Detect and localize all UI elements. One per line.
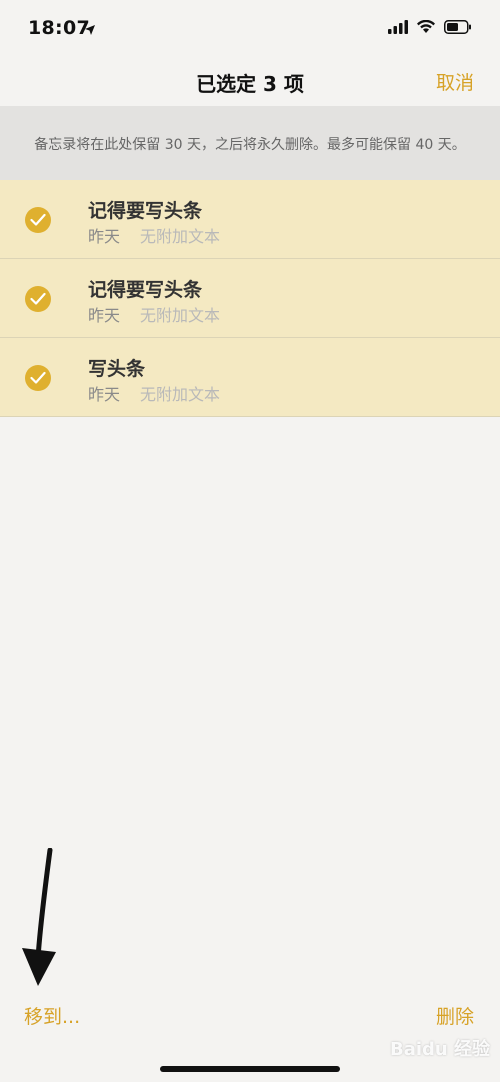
checkmark-icon[interactable] <box>25 286 51 312</box>
navigation-bar: 已选定 3 项 取消 <box>0 56 500 106</box>
status-time: 18:07 <box>28 17 90 39</box>
note-list: 记得要写头条 昨天 无附加文本 记得要写头条 昨天 无附加文本 写头条 昨天 无… <box>0 180 500 417</box>
note-preview: 无附加文本 <box>140 227 221 246</box>
info-banner: 备忘录将在此处保留 30 天，之后将永久删除。最多可能保留 40 天。 <box>0 106 500 180</box>
watermark: Baidu 经验 <box>389 1039 490 1060</box>
battery-icon <box>444 19 472 38</box>
note-title: 写头条 <box>88 358 146 380</box>
status-bar: 18:07 <box>0 0 500 56</box>
cellular-signal-icon <box>388 19 408 38</box>
note-date: 昨天 <box>88 227 121 246</box>
note-date: 昨天 <box>88 385 121 404</box>
wifi-icon <box>416 19 436 38</box>
note-title: 记得要写头条 <box>88 200 203 222</box>
annotation-arrow <box>20 847 70 992</box>
note-item[interactable]: 记得要写头条 昨天 无附加文本 <box>0 259 500 338</box>
info-banner-text: 备忘录将在此处保留 30 天，之后将永久删除。最多可能保留 40 天。 <box>34 137 466 153</box>
note-preview: 无附加文本 <box>140 385 221 404</box>
note-date: 昨天 <box>88 306 121 325</box>
status-indicators <box>388 19 472 38</box>
note-preview: 无附加文本 <box>140 306 221 325</box>
home-indicator[interactable] <box>160 1066 340 1072</box>
checkmark-icon[interactable] <box>25 365 51 391</box>
move-to-button[interactable]: 移到... <box>24 1002 80 1029</box>
note-title: 记得要写头条 <box>88 279 203 301</box>
page-title: 已选定 3 项 <box>196 72 304 96</box>
note-item[interactable]: 写头条 昨天 无附加文本 <box>0 338 500 417</box>
delete-button[interactable]: 删除 <box>436 1002 474 1029</box>
cancel-button[interactable]: 取消 <box>436 68 474 95</box>
location-arrow-icon <box>84 21 96 40</box>
checkmark-icon[interactable] <box>25 207 51 233</box>
note-item[interactable]: 记得要写头条 昨天 无附加文本 <box>0 180 500 259</box>
